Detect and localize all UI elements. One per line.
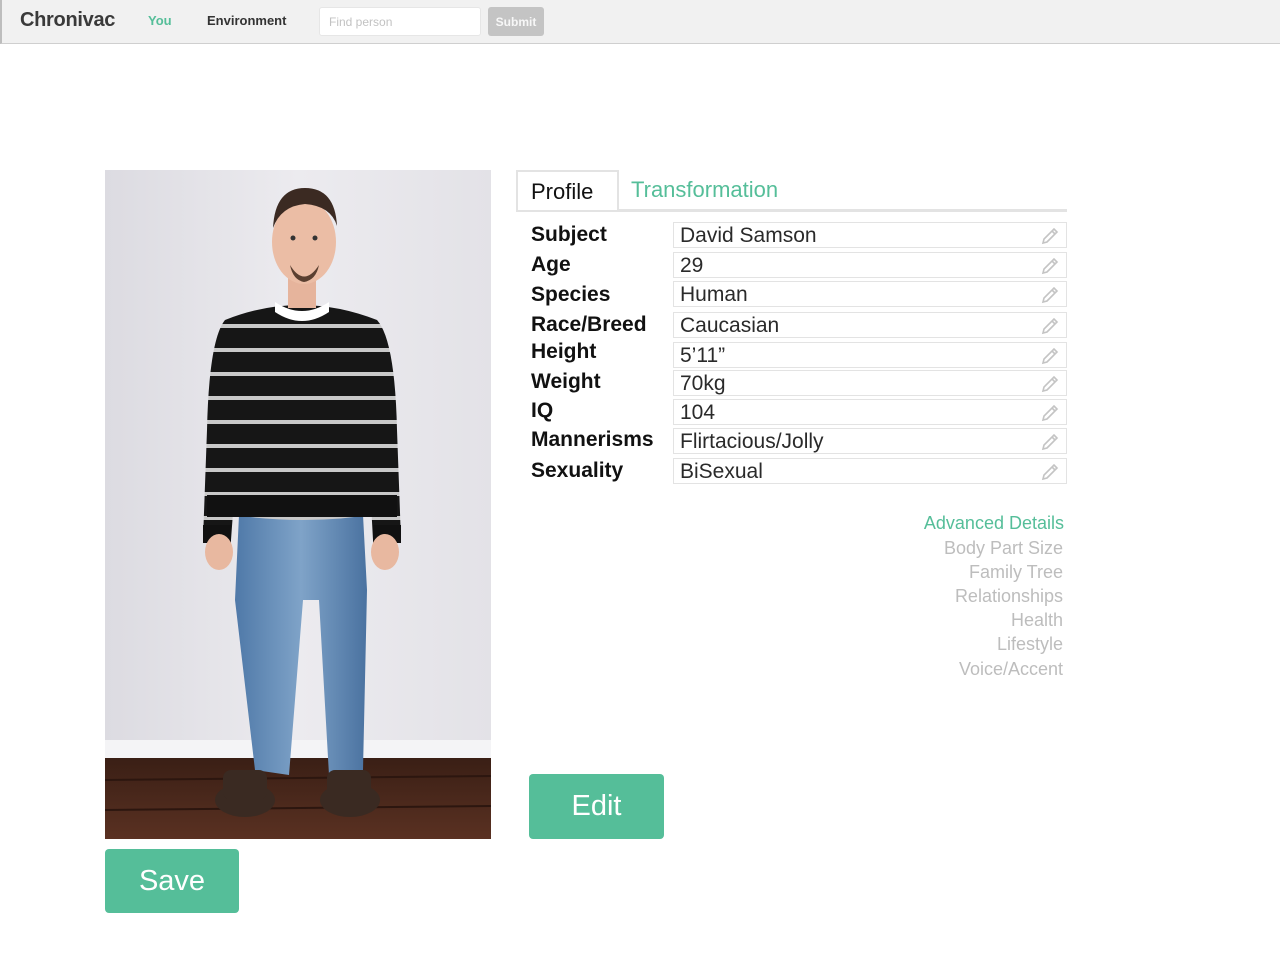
top-navbar: Chronivac You Environment Submit xyxy=(0,0,1280,44)
field-value-subject[interactable]: David Samson xyxy=(673,222,1067,248)
pencil-icon[interactable] xyxy=(1040,374,1060,394)
field-label-iq: IQ xyxy=(531,399,554,422)
field-value-race-breed[interactable]: Caucasian xyxy=(673,312,1067,338)
advanced-details-title[interactable]: Advanced Details xyxy=(924,513,1064,534)
field-value-species[interactable]: Human xyxy=(673,281,1067,307)
pencil-icon[interactable] xyxy=(1040,316,1060,336)
field-value-text: Human xyxy=(680,283,748,306)
field-label-weight: Weight xyxy=(531,370,601,393)
tab-profile[interactable]: Profile xyxy=(516,170,619,210)
edit-button[interactable]: Edit xyxy=(529,774,664,839)
field-value-text: Flirtacious/Jolly xyxy=(680,430,824,453)
field-label-race-breed: Race/Breed xyxy=(531,313,647,336)
field-value-text: BiSexual xyxy=(680,460,763,483)
field-label-height: Height xyxy=(531,340,597,363)
field-label-subject: Subject xyxy=(531,223,607,246)
field-value-text: David Samson xyxy=(680,224,817,247)
field-value-age[interactable]: 29 xyxy=(673,252,1067,278)
pencil-icon[interactable] xyxy=(1040,432,1060,452)
field-value-text: 104 xyxy=(680,401,716,424)
submit-button[interactable]: Submit xyxy=(488,7,544,36)
advanced-item-relationships[interactable]: Relationships xyxy=(955,586,1063,607)
advanced-item-health[interactable]: Health xyxy=(1011,610,1063,631)
pencil-icon[interactable] xyxy=(1040,346,1060,366)
field-value-height[interactable]: 5’11” xyxy=(673,342,1067,368)
save-button[interactable]: Save xyxy=(105,849,239,913)
advanced-item-family-tree[interactable]: Family Tree xyxy=(969,562,1063,583)
field-label-mannerisms: Mannerisms xyxy=(531,428,654,451)
field-value-mannerisms[interactable]: Flirtacious/Jolly xyxy=(673,428,1067,454)
advanced-item-voice-accent[interactable]: Voice/Accent xyxy=(959,659,1063,680)
pencil-icon[interactable] xyxy=(1040,285,1060,305)
brand-logo[interactable]: Chronivac xyxy=(20,9,115,32)
tab-transformation[interactable]: Transformation xyxy=(631,170,778,210)
nav-link-environment[interactable]: Environment xyxy=(207,13,286,28)
field-value-weight[interactable]: 70kg xyxy=(673,370,1067,396)
pencil-icon[interactable] xyxy=(1040,226,1060,246)
field-value-text: 5’11” xyxy=(680,344,726,367)
field-value-text: 70kg xyxy=(680,372,726,395)
field-value-sexuality[interactable]: BiSexual xyxy=(673,458,1067,484)
pencil-icon[interactable] xyxy=(1040,256,1060,276)
pencil-icon[interactable] xyxy=(1040,403,1060,423)
advanced-item-body-part-size[interactable]: Body Part Size xyxy=(944,538,1063,559)
profile-tabs: Profile Transformation xyxy=(516,170,1067,212)
advanced-item-lifestyle[interactable]: Lifestyle xyxy=(997,634,1063,655)
field-value-text: Caucasian xyxy=(680,314,780,337)
find-person-input[interactable] xyxy=(319,7,481,36)
pencil-icon[interactable] xyxy=(1040,462,1060,482)
field-value-text: 29 xyxy=(680,254,704,277)
field-value-iq[interactable]: 104 xyxy=(673,399,1067,425)
field-label-age: Age xyxy=(531,253,571,276)
field-label-sexuality: Sexuality xyxy=(531,459,624,482)
nav-link-you[interactable]: You xyxy=(148,13,172,28)
subject-photo xyxy=(105,170,491,839)
field-label-species: Species xyxy=(531,283,611,306)
